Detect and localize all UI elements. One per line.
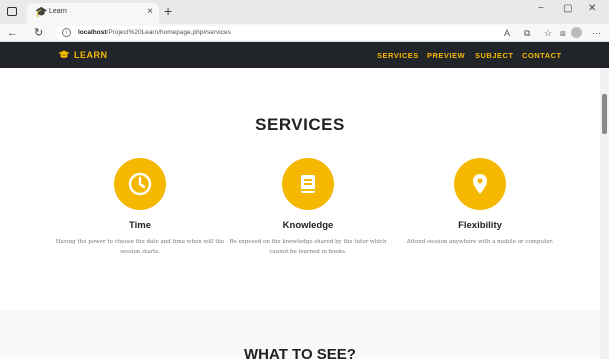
brand-name: LEARN [74,50,108,60]
refresh-icon[interactable]: ↻ [34,26,43,40]
scrollbar-thumb[interactable] [602,94,607,134]
extensions-icon[interactable]: ⧉ [524,27,530,39]
nav-link-preview[interactable]: PREVIEW [427,51,465,60]
new-tab-button[interactable]: + [164,2,172,20]
service-icon-circle [282,158,334,210]
services-title: SERVICES [255,115,345,134]
restore-button[interactable]: ▢ [563,3,572,14]
browser-tab[interactable]: 🎓 Learn × [27,3,159,24]
workspaces-icon[interactable] [7,7,17,16]
service-knowledge: Knowledge Be exposed on the knowledge sh… [208,158,408,257]
site-navbar: LEARN SERVICES PREVIEW SUBJECT CONTACT [0,42,609,68]
location-pin-icon [473,174,487,194]
profile-avatar[interactable] [571,27,582,38]
favorites-icon[interactable]: ☆ [544,27,552,39]
browser-address-bar: ← ↻ i localhost/Project%20Learn/homepage… [0,24,609,42]
graduation-cap-icon [58,50,70,58]
service-title: Knowledge [282,220,334,231]
url-field[interactable]: i localhost/Project%20Learn/homepage.php… [55,26,510,40]
minimize-button[interactable]: − [538,3,544,14]
tab-title: Learn [49,8,67,15]
book-icon [301,175,315,193]
nav-link-subject[interactable]: SUBJECT [475,51,514,60]
info-icon[interactable]: i [62,28,71,37]
back-arrow-icon[interactable]: ← [7,26,18,40]
tab-close-icon[interactable]: × [147,6,153,17]
service-title: Flexibility [458,220,502,231]
service-icon-circle [454,158,506,210]
close-window-button[interactable]: ✕ [588,3,596,14]
url-text: localhost/Project%20Learn/homepage.php#s… [78,29,231,36]
brand-logo[interactable]: LEARN [58,50,108,60]
nav-link-contact[interactable]: CONTACT [522,51,562,60]
service-flexibility: Flexibility Attend session anywhere with… [380,158,580,247]
service-description: Having the power to choose the date and … [55,239,225,255]
service-description: Be exposed on the knowledge shared by th… [229,239,387,255]
more-menu-icon[interactable]: ⋯ [592,27,601,39]
browser-tab-bar: 🎓 Learn × + − ▢ ✕ [0,0,609,24]
collections-icon[interactable]: ⧈ [560,27,566,39]
nav-link-services[interactable]: SERVICES [377,51,419,60]
service-icon-circle [114,158,166,210]
preview-section-title: WHAT TO SEE? [244,346,356,363]
service-description: Attend session anywhere with a mobile or… [406,239,554,245]
graduation-cap-favicon-icon: 🎓 [35,7,48,18]
clock-icon [128,172,152,196]
read-aloud-icon[interactable]: A [504,27,510,39]
